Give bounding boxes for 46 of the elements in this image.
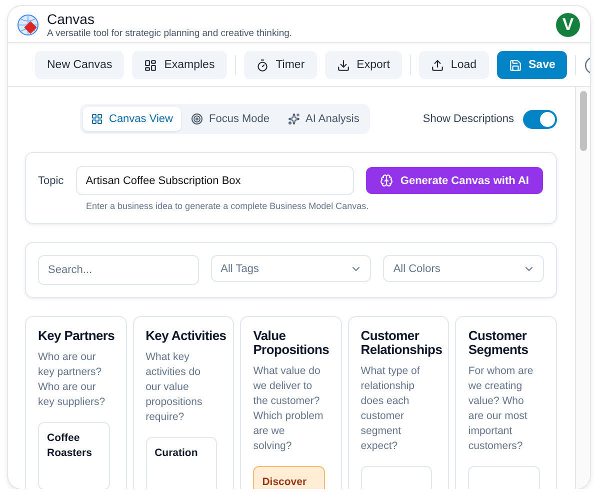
download-icon	[336, 58, 350, 72]
block-description: What key activities do our value propositions require?	[146, 350, 204, 425]
sticky-note[interactable]: Coffee Roasters	[38, 422, 110, 489]
colors-dropdown[interactable]: All Colors	[383, 255, 544, 282]
toolbar-button[interactable]: Examples	[132, 51, 227, 79]
block-title: Customer Segments	[468, 329, 530, 357]
view-tab[interactable]: AI Analysis	[280, 107, 368, 131]
block-description: For whom are we creating value? Who are our most important customers?	[468, 364, 534, 454]
block-title: Key Partners	[38, 329, 116, 343]
block-title: Key Activities	[146, 329, 228, 343]
note-text: Coffee Roasters	[47, 432, 92, 459]
stopwatch-icon	[256, 58, 269, 72]
generate-button[interactable]: Generate Canvas with AI	[366, 167, 543, 194]
toggle-switch[interactable]	[523, 110, 557, 128]
target-icon	[191, 113, 203, 125]
tags-dropdown[interactable]: All Tags	[210, 255, 372, 282]
globe-logo-icon	[17, 14, 39, 36]
note-text: Curation	[154, 447, 198, 459]
sticky-note[interactable]: Discover	[253, 466, 325, 489]
brain-icon	[380, 174, 394, 187]
topic-label: Topic	[38, 174, 64, 186]
toggle-label: Show Descriptions	[422, 113, 514, 125]
sticky-note[interactable]: Curation	[146, 437, 218, 489]
toolbar-button[interactable]: Export	[324, 51, 402, 79]
view-tab[interactable]: Canvas View	[83, 107, 181, 131]
app-subtitle: A versatile tool for strategic planning and creative thinking.	[47, 28, 294, 39]
toolbar-button[interactable]: Timer	[244, 51, 317, 79]
block-description: Who are our key partners? Who are our key suppliers?	[38, 350, 106, 410]
user-avatar[interactable]: V	[556, 13, 580, 37]
topic-hint: Enter a business idea to generate a complete Business Model Canvas.	[85, 201, 370, 211]
toolbar-button[interactable]: Load	[418, 51, 489, 79]
save-button[interactable]: Save	[496, 51, 568, 79]
block-description: What value do we deliver to the customer? Which problem are we solving?	[253, 364, 324, 454]
block-title: Value Propositions	[253, 329, 330, 357]
grid-icon	[144, 58, 158, 72]
upload-icon	[430, 58, 444, 72]
block-title: Customer Relationships	[360, 329, 444, 357]
block-description: What type of relationship does each customer segment expect?	[360, 364, 421, 454]
grid-icon	[91, 113, 103, 125]
search-field[interactable]: Search...	[38, 255, 199, 285]
app-title: Canvas	[47, 11, 96, 28]
view-tab[interactable]: Focus Mode	[183, 107, 278, 131]
toolbar-button[interactable]: New Canvas	[35, 51, 124, 79]
topic-field[interactable]: Artisan Coffee Subscription Box	[76, 166, 354, 195]
note-text: Discover	[262, 476, 307, 488]
sparkles-icon	[288, 113, 300, 125]
